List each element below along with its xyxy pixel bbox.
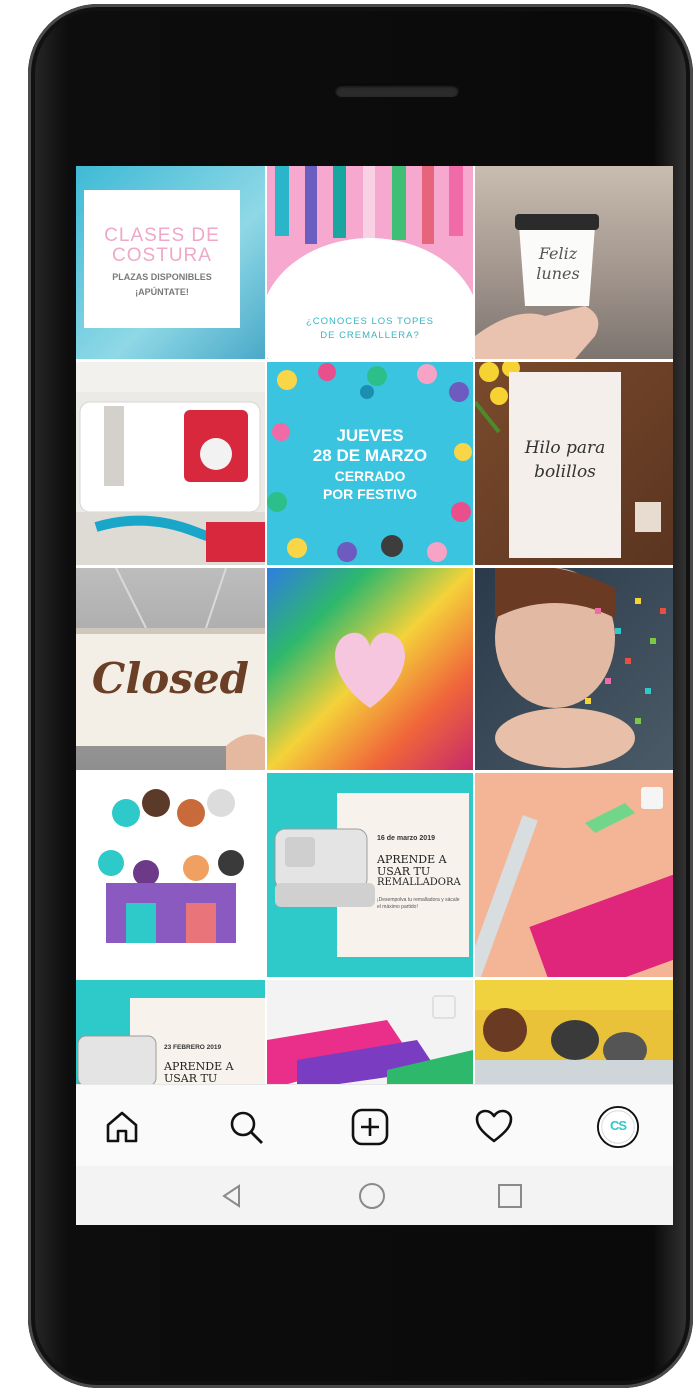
post-confetti-woman[interactable] xyxy=(475,568,673,770)
post-feliz-lunes[interactable]: Feliz lunes xyxy=(475,166,673,359)
profile-avatar[interactable]: CS xyxy=(596,1105,640,1149)
post-zippers-pink[interactable] xyxy=(267,980,473,1084)
add-post-icon[interactable] xyxy=(348,1105,392,1149)
post-sewing-machine[interactable] xyxy=(76,362,265,565)
class-photo xyxy=(475,980,673,1084)
cup-text-2: lunes xyxy=(536,264,580,283)
post-cutting-mat[interactable] xyxy=(475,773,673,977)
post-title: CLASES DE COSTURA xyxy=(104,225,220,266)
post-subtitle-2: ¡APÚNTATE! xyxy=(135,287,189,297)
post-headline-2: 28 DE MARZO xyxy=(312,446,428,465)
women-group-illustration xyxy=(98,789,244,943)
post-clases-de-costura[interactable]: CLASES DE COSTURA PLAZAS DISPONIBLES ¡AP… xyxy=(76,166,265,359)
thread-heart-photo xyxy=(267,568,473,770)
post-remalladora-marzo[interactable]: 16 de marzo 2019 APRENDE A USAR TU REMAL… xyxy=(267,773,473,977)
post-caption-line-2: DE CREMALLERA? xyxy=(320,330,420,341)
post-closed-sign[interactable]: Closed xyxy=(76,568,265,770)
post-caption-line-1: ¿CONOCES LOS TOPES xyxy=(306,316,434,327)
cutting-mat-illustration xyxy=(475,787,673,977)
earpiece-speaker xyxy=(335,84,459,97)
post-headline-1: JUEVES xyxy=(336,426,404,445)
sign-text: Closed xyxy=(91,654,250,703)
search-icon[interactable] xyxy=(224,1105,268,1149)
post-class-photo[interactable] xyxy=(475,980,673,1084)
profile-post-grid: CLASES DE COSTURA PLAZAS DISPONIBLES ¡AP… xyxy=(76,166,673,1084)
recents-icon[interactable] xyxy=(494,1180,526,1212)
post-title-2: USAR TU xyxy=(164,1072,218,1084)
post-small-text: ¡Desempolva tu remalladora y sácale el m… xyxy=(377,897,460,910)
home-icon[interactable] xyxy=(100,1105,144,1149)
cup-text-1: Feliz xyxy=(538,244,578,263)
post-topes-cremallera[interactable]: ¿CONOCES LOS TOPES DE CREMALLERA? xyxy=(267,166,473,359)
post-date: 16 de marzo 2019 xyxy=(377,835,435,842)
post-hilo-para-bolillos[interactable]: Hilo para bolillos xyxy=(475,362,673,565)
heart-icon[interactable] xyxy=(472,1105,516,1149)
post-handwritten-1: Hilo para xyxy=(524,438,606,458)
home-circle-icon[interactable] xyxy=(356,1180,388,1212)
post-remalladora-febrero[interactable]: 23 FEBRERO 2019 APRENDE A USAR TU xyxy=(76,980,265,1084)
post-handwritten-2: bolillos xyxy=(534,462,596,482)
post-headline-3: CERRADO xyxy=(334,468,406,484)
post-thread-heart[interactable] xyxy=(267,568,473,770)
post-title-3: REMALLADORA xyxy=(377,877,461,888)
zippers-photo xyxy=(267,995,473,1084)
bottom-navigation-bar: CS xyxy=(76,1084,673,1167)
post-subtitle: PLAZAS DISPONIBLES xyxy=(112,272,212,282)
sewing-machine-photo xyxy=(76,362,265,565)
phone-screen: CLASES DE COSTURA PLAZAS DISPONIBLES ¡AP… xyxy=(76,166,673,1225)
back-icon[interactable] xyxy=(216,1180,248,1212)
confetti-photo xyxy=(495,568,666,768)
system-navigation-bar xyxy=(76,1166,673,1225)
post-date: 23 FEBRERO 2019 xyxy=(164,1044,222,1051)
avatar-text: CS xyxy=(609,1118,627,1133)
post-headline-4: POR FESTIVO xyxy=(322,486,418,502)
post-jueves-cerrado[interactable]: JUEVES 28 DE MARZO CERRADO POR FESTIVO xyxy=(267,362,473,565)
post-women-illustration[interactable] xyxy=(76,773,265,977)
